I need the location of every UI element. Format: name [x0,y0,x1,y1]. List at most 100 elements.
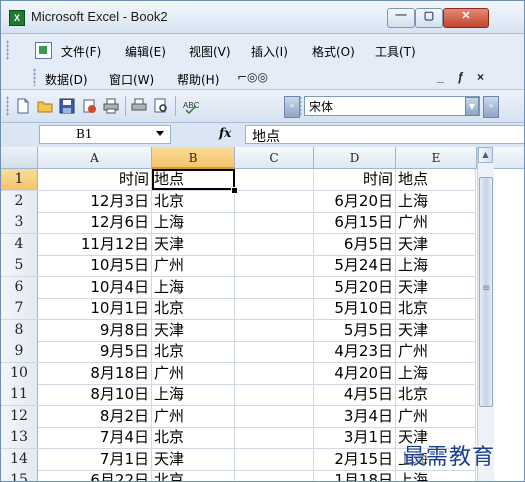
menu-insert[interactable]: 插入(I) [251,43,288,60]
scroll-thumb[interactable]: ≡ [479,177,493,407]
cell-d[interactable]: 6月20日 [314,190,396,212]
print-icon-2[interactable] [131,98,147,114]
scroll-up-icon[interactable]: ▲ [478,147,493,163]
cell-b[interactable]: 北京 [152,427,235,448]
row-header[interactable]: 7 [1,298,38,319]
new-document-icon[interactable] [15,98,31,114]
cell-a[interactable]: 6月22日 [38,470,152,481]
cell-e[interactable]: 北京 [396,384,476,405]
vertical-scrollbar[interactable]: ▲ ≡ [477,147,494,481]
cell-e[interactable]: 地点 [396,169,476,190]
row-header[interactable]: 4 [1,233,38,255]
cell-d[interactable]: 5月5日 [314,319,396,341]
cell-c[interactable] [235,190,314,212]
format-toolbar-grip[interactable] [299,96,302,116]
cell-c[interactable] [235,405,314,427]
row-header[interactable]: 1 [1,169,38,190]
cell-c[interactable] [235,298,314,319]
menu-grip-2[interactable] [33,68,36,86]
insert-function-icon[interactable]: fx [219,126,231,140]
row-header[interactable]: 6 [1,276,38,298]
menu-format[interactable]: 格式(O) [312,43,355,60]
row-header[interactable]: 9 [1,341,38,362]
toolbar-options-icon[interactable]: » [284,96,300,118]
menu-grip[interactable] [6,40,9,60]
cell-d[interactable]: 4月5日 [314,384,396,405]
row-header[interactable]: 2 [1,190,38,212]
cell-a[interactable]: 时间 [38,169,152,190]
cell-b[interactable]: 北京 [152,190,235,212]
cell-a[interactable]: 10月4日 [38,276,152,298]
cell-d[interactable]: 5月20日 [314,276,396,298]
active-cell-b1[interactable]: 地点 [152,169,235,190]
column-header-e[interactable]: E [396,147,477,168]
cell-a[interactable]: 10月5日 [38,255,152,276]
menu-tools[interactable]: 工具(T) [375,43,416,60]
maximize-button[interactable]: ▢ [415,8,443,28]
cell-c[interactable] [235,448,314,470]
column-header-b[interactable]: B [152,147,235,169]
cell-c[interactable] [235,276,314,298]
cell-c[interactable] [235,319,314,341]
cell-d[interactable]: 时间 [314,169,396,190]
cell-d[interactable]: 1月18日 [314,470,396,481]
glasses-icon[interactable]: ⌐◎◎ [237,70,268,84]
print-icon[interactable] [103,98,119,114]
mdi-close-button[interactable]: × [477,70,484,84]
cell-d[interactable]: 5月24日 [314,255,396,276]
row-header[interactable]: 8 [1,319,38,341]
cell-a[interactable]: 8月2日 [38,405,152,427]
cell-b[interactable]: 广州 [152,405,235,427]
select-all-corner[interactable] [1,147,38,168]
row-header[interactable]: 11 [1,384,38,405]
menu-view[interactable]: 视图(V) [189,43,231,60]
cell-e[interactable]: 北京 [396,298,476,319]
row-header[interactable]: 13 [1,427,38,448]
cell-c[interactable] [235,384,314,405]
column-header-d[interactable]: D [314,147,396,168]
row-header[interactable]: 10 [1,362,38,384]
cell-e[interactable]: 广州 [396,405,476,427]
cell-c[interactable] [235,470,314,481]
cell-e[interactable]: 广州 [396,212,476,233]
mdi-minimize-button[interactable]: _ [437,70,444,84]
cell-b[interactable]: 上海 [152,276,235,298]
cell-c[interactable] [235,341,314,362]
cell-d[interactable]: 6月15日 [314,212,396,233]
cell-b[interactable]: 天津 [152,448,235,470]
cell-e[interactable]: 广州 [396,341,476,362]
cell-d[interactable]: 4月20日 [314,362,396,384]
spelling-icon[interactable]: ABC [183,98,199,114]
row-header[interactable]: 5 [1,255,38,276]
cell-e[interactable]: 天津 [396,276,476,298]
formula-input[interactable]: 地点 [245,125,524,145]
cell-a[interactable]: 9月5日 [38,341,152,362]
cell-b[interactable]: 上海 [152,212,235,233]
cell-d[interactable]: 3月4日 [314,405,396,427]
cell-a[interactable]: 10月1日 [38,298,152,319]
cell-e[interactable]: 上海 [396,190,476,212]
row-header[interactable]: 14 [1,448,38,470]
format-options-icon[interactable]: » [483,96,499,118]
cell-b[interactable]: 北京 [152,298,235,319]
cell-c[interactable] [235,233,314,255]
cell-e[interactable]: 上海 [396,470,476,481]
cell-c[interactable] [235,362,314,384]
print-preview-icon[interactable] [153,98,169,114]
menu-data[interactable]: 数据(D) [45,71,88,88]
cell-b[interactable]: 天津 [152,233,235,255]
excel-app-icon[interactable]: X [9,10,25,26]
save-icon[interactable] [59,98,75,114]
cell-b[interactable]: 广州 [152,255,235,276]
name-box[interactable]: B1 [39,125,171,144]
row-header[interactable]: 15 [1,470,38,481]
column-header-a[interactable]: A [38,147,152,168]
cell-a[interactable]: 12月6日 [38,212,152,233]
cell-e[interactable]: 上海 [396,362,476,384]
toolbar-grip[interactable] [6,96,9,116]
cell-c[interactable] [235,427,314,448]
cell-a[interactable]: 7月1日 [38,448,152,470]
open-folder-icon[interactable] [37,98,53,114]
cell-b[interactable]: 北京 [152,341,235,362]
cell-e[interactable]: 上海 [396,255,476,276]
